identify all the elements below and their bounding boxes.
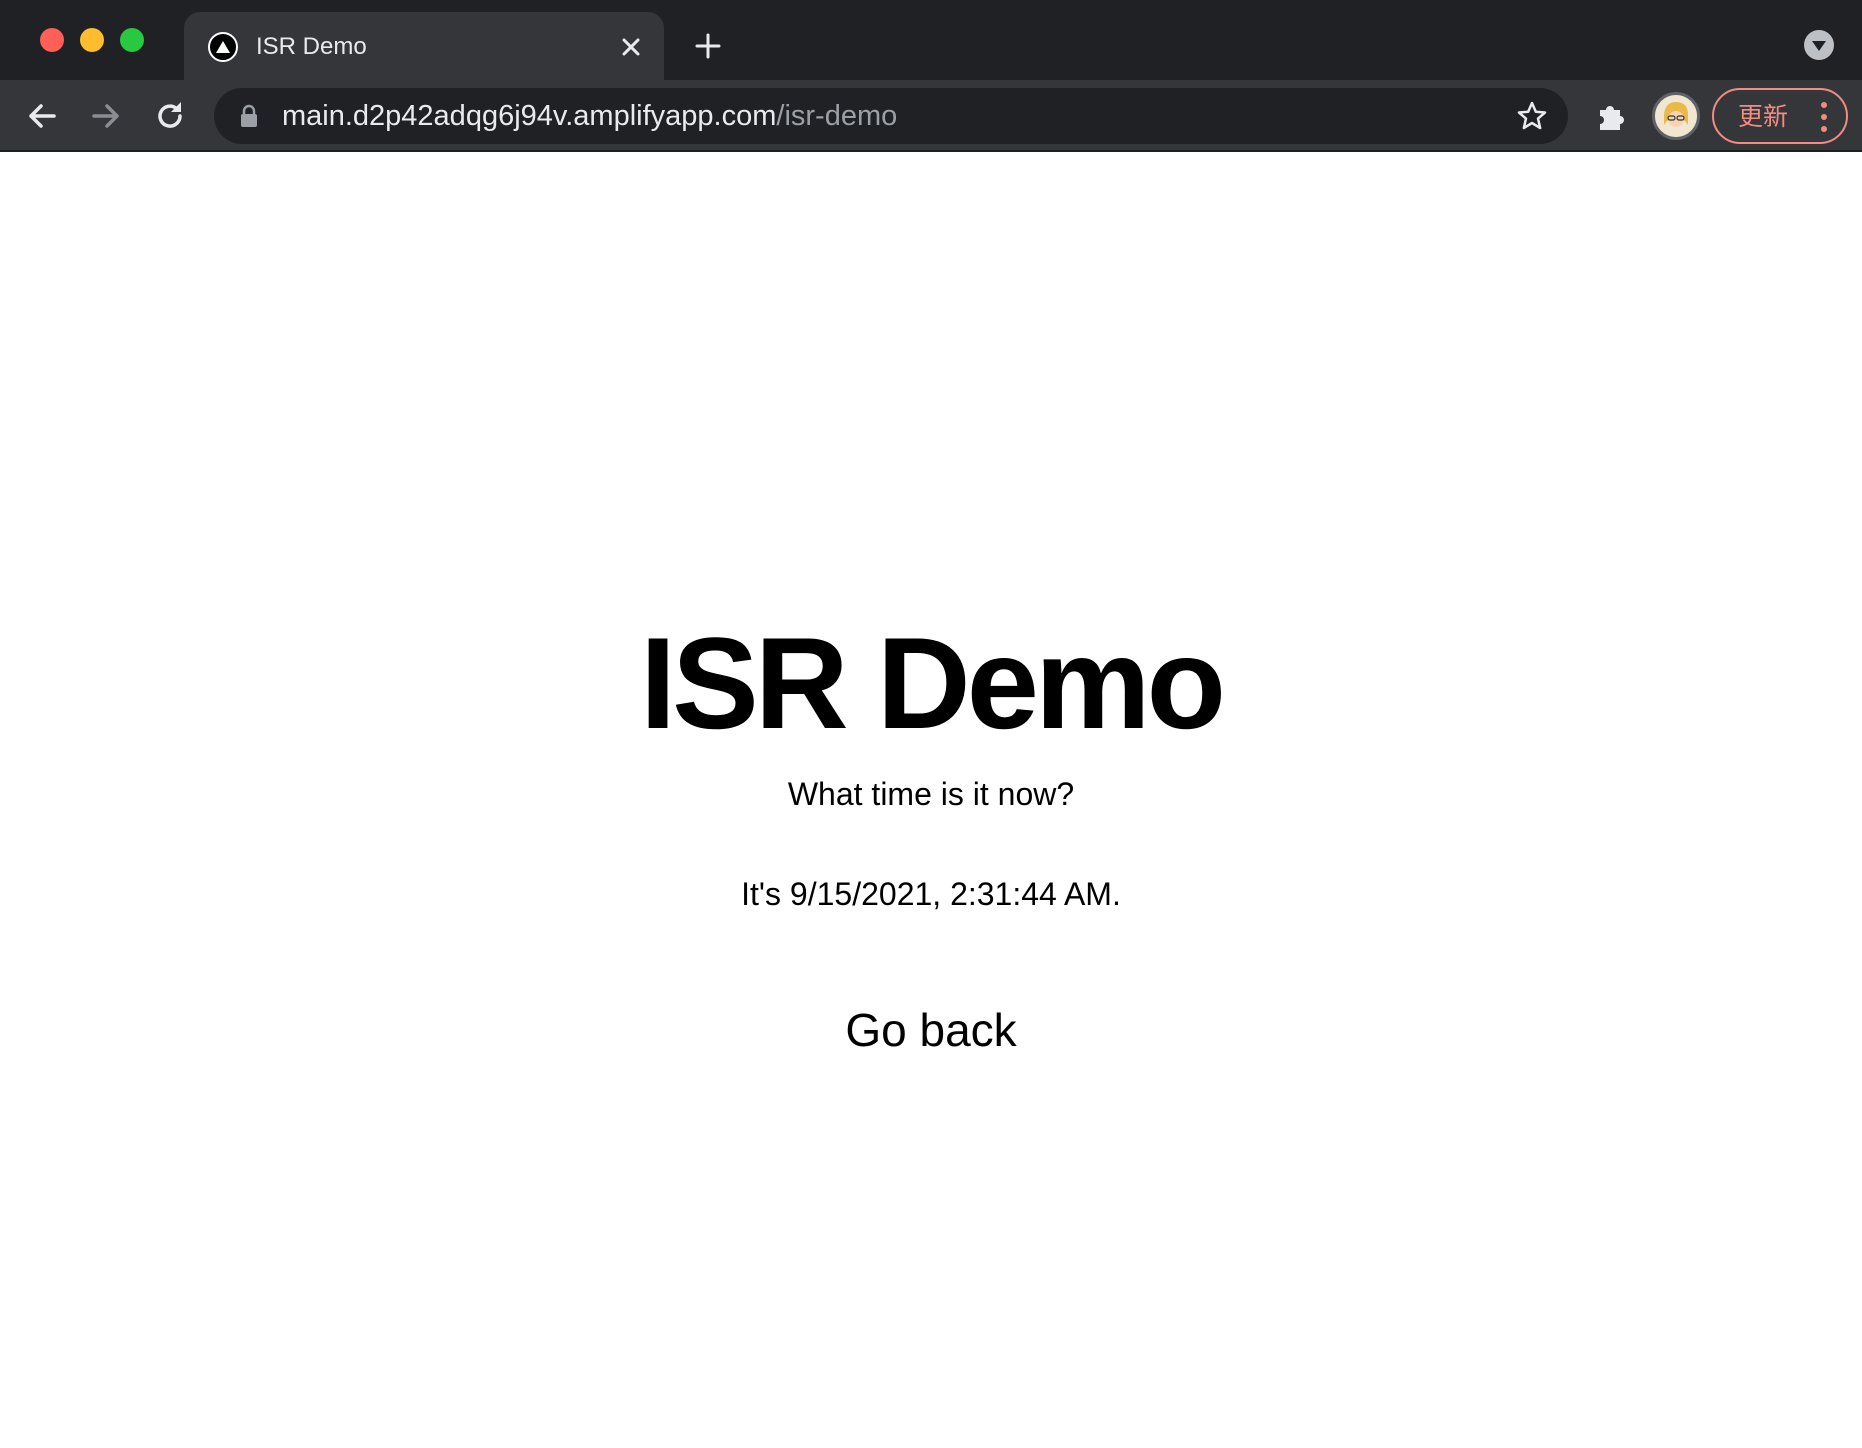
arrow-left-icon[interactable] [24, 98, 60, 134]
update-button[interactable]: 更新 [1712, 88, 1848, 144]
timestamp-text: It's 9/15/2021, 2:31:44 AM. [741, 876, 1121, 912]
address-bar[interactable]: main.d2p42adqg6j94v.amplifyapp.com/isr-d… [214, 88, 1568, 144]
puzzle-icon[interactable] [1594, 98, 1630, 134]
browser-toolbar: main.d2p42adqg6j94v.amplifyapp.com/isr-d… [0, 80, 1862, 152]
window-close-button[interactable] [40, 28, 64, 52]
update-label: 更新 [1738, 102, 1789, 131]
page-title: ISR Demo [639, 610, 1226, 756]
window-minimize-button[interactable] [80, 28, 104, 52]
reload-icon[interactable] [152, 98, 188, 134]
go-back-link[interactable]: Go back [845, 1004, 1016, 1056]
close-icon[interactable] [618, 34, 644, 60]
star-icon[interactable] [1516, 100, 1548, 132]
question-text: What time is it now? [787, 776, 1075, 812]
tab-strip: ISR Demo [0, 0, 1862, 80]
page-viewport: ISR Demo What time is it now? It's 9/15/… [0, 154, 1862, 1448]
arrow-right-icon[interactable] [88, 98, 124, 134]
triangle-logo-icon [208, 32, 238, 62]
chevron-down-icon[interactable] [1804, 30, 1834, 60]
back-link-container: Go back [0, 1002, 1862, 1058]
kebab-menu-icon[interactable] [1820, 102, 1828, 132]
url-text[interactable]: main.d2p42adqg6j94v.amplifyapp.com/isr-d… [282, 100, 897, 132]
avatar[interactable] [1652, 92, 1700, 140]
lock-icon[interactable] [240, 104, 258, 128]
url-host: main.d2p42adqg6j94v.amplifyapp.com [282, 100, 777, 132]
url-path: /isr-demo [776, 100, 898, 132]
tab-title: ISR Demo [256, 33, 367, 60]
plus-icon[interactable] [692, 30, 724, 62]
window-zoom-button[interactable] [120, 28, 144, 52]
browser-tab[interactable]: ISR Demo [184, 12, 664, 80]
